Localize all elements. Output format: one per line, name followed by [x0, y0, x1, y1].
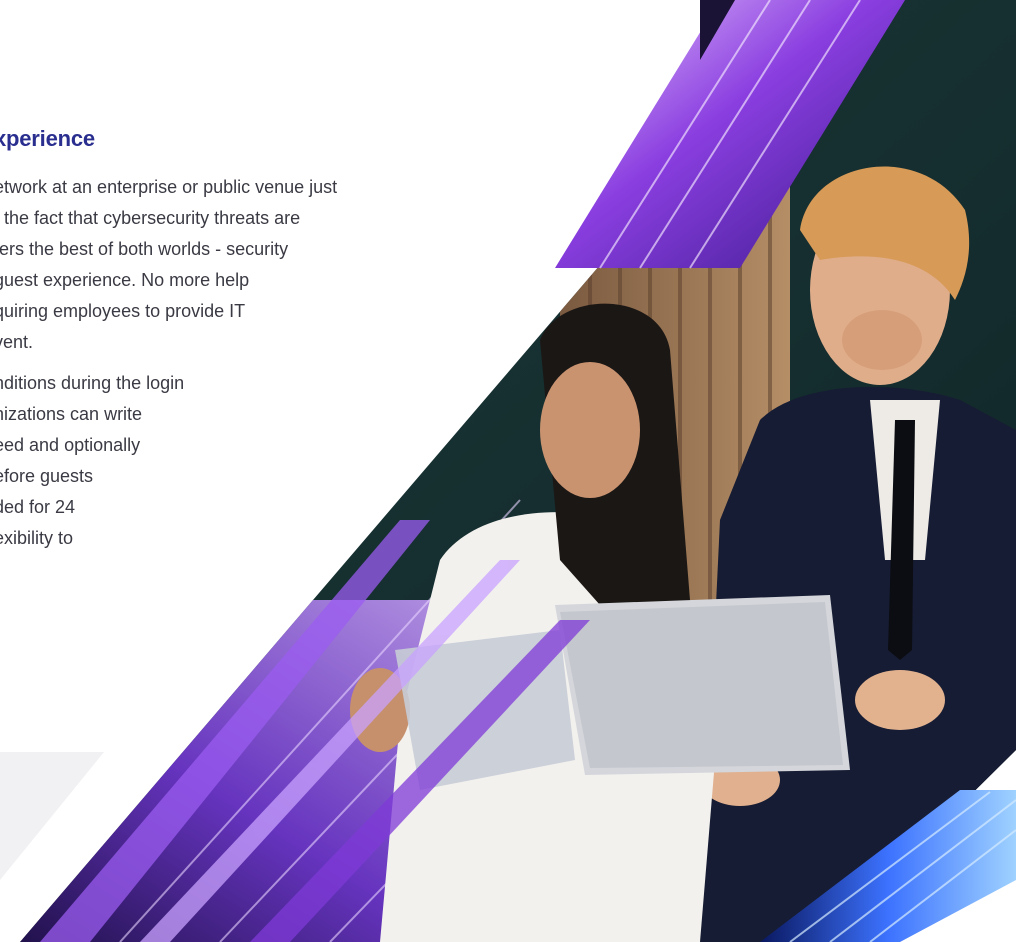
business-people-photo — [20, 0, 1016, 942]
page: xperience etwork at an enterprise or pub… — [0, 0, 1016, 942]
